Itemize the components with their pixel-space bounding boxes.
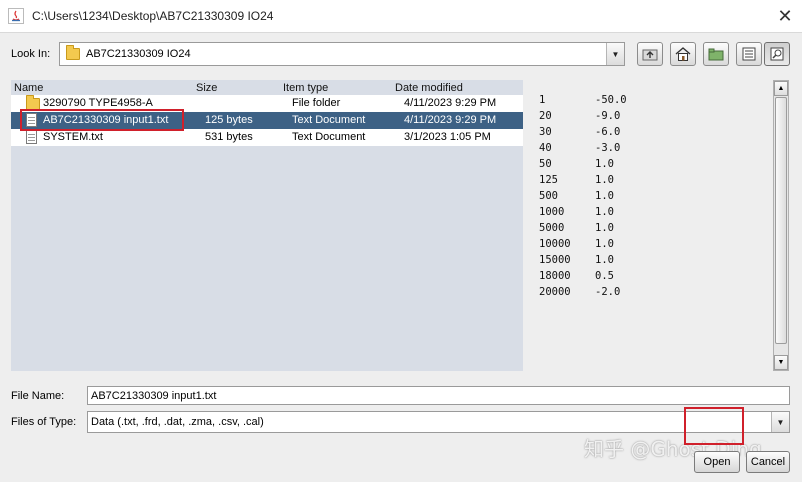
files-of-type-label: Files of Type: bbox=[11, 416, 77, 428]
look-in-label: Look In: bbox=[11, 48, 51, 60]
open-button[interactable]: Open bbox=[694, 451, 740, 473]
file-date: 3/1/2023 1:05 PM bbox=[404, 131, 491, 143]
list-view-button[interactable] bbox=[736, 42, 762, 66]
close-button[interactable]: ✕ bbox=[772, 4, 798, 28]
details-view-button[interactable] bbox=[764, 42, 790, 66]
file-name: SYSTEM.txt bbox=[43, 131, 103, 143]
new-folder-button[interactable] bbox=[703, 42, 729, 66]
folder-icon bbox=[66, 45, 80, 60]
look-in-value: AB7C21330309 IO24 bbox=[86, 48, 191, 60]
java-app-icon bbox=[8, 8, 24, 24]
file-chooser-dialog: Look In: AB7C21330309 IO24 ▼ Name Size I… bbox=[0, 32, 802, 482]
preview-scrollbar[interactable]: ▲ ▼ bbox=[773, 80, 789, 371]
up-one-level-icon bbox=[642, 49, 658, 61]
open-button-highlight-box bbox=[684, 407, 744, 445]
chevron-down-icon[interactable]: ▼ bbox=[606, 43, 624, 65]
chevron-down-icon[interactable]: ▼ bbox=[771, 412, 789, 432]
close-icon: ✕ bbox=[777, 5, 793, 26]
details-view-icon bbox=[770, 47, 784, 61]
file-list-header: Name Size Item type Date modified bbox=[11, 80, 523, 94]
title-bar[interactable]: C:\Users\1234\Desktop\AB7C21330309 IO24 … bbox=[0, 0, 802, 32]
home-button[interactable] bbox=[670, 42, 696, 66]
file-name: 3290790 TYPE4958-A bbox=[43, 97, 153, 109]
file-type: Text Document bbox=[292, 131, 366, 143]
file-date: 4/11/2023 9:29 PM bbox=[404, 114, 497, 126]
files-of-type-value: Data (.txt, .frd, .dat, .zma, .csv, .cal… bbox=[91, 416, 264, 428]
text-file-icon bbox=[26, 130, 37, 144]
file-row[interactable]: SYSTEM.txt 531 bytes Text Document 3/1/2… bbox=[11, 129, 523, 146]
look-in-combo[interactable]: AB7C21330309 IO24 ▼ bbox=[59, 42, 625, 66]
column-header-type[interactable]: Item type bbox=[283, 82, 328, 94]
selection-highlight-box bbox=[20, 109, 184, 131]
new-folder-icon bbox=[708, 48, 724, 61]
window-title: C:\Users\1234\Desktop\AB7C21330309 IO24 bbox=[32, 9, 274, 23]
file-type: File folder bbox=[292, 97, 341, 109]
column-header-size[interactable]: Size bbox=[196, 82, 217, 94]
scroll-down-icon[interactable]: ▼ bbox=[774, 355, 788, 370]
cancel-button[interactable]: Cancel bbox=[746, 451, 790, 473]
column-header-name[interactable]: Name bbox=[14, 82, 43, 94]
file-name-input[interactable]: AB7C21330309 input1.txt bbox=[87, 386, 790, 405]
file-date: 4/11/2023 9:29 PM bbox=[404, 97, 497, 109]
list-view-icon bbox=[742, 47, 756, 61]
file-size: 531 bytes bbox=[205, 131, 253, 143]
scroll-up-icon[interactable]: ▲ bbox=[774, 81, 788, 96]
file-size: 125 bytes bbox=[205, 114, 253, 126]
column-header-date[interactable]: Date modified bbox=[395, 82, 463, 94]
file-name-label: File Name: bbox=[11, 390, 65, 402]
scrollbar-thumb[interactable] bbox=[775, 97, 787, 344]
file-type: Text Document bbox=[292, 114, 366, 126]
up-one-level-button[interactable] bbox=[637, 42, 663, 66]
file-preview: 1 -50.0 20 -9.0 30 -6.0 40 -3.0 50 1.0 125 1.0… bbox=[531, 80, 789, 371]
home-icon bbox=[675, 47, 691, 61]
